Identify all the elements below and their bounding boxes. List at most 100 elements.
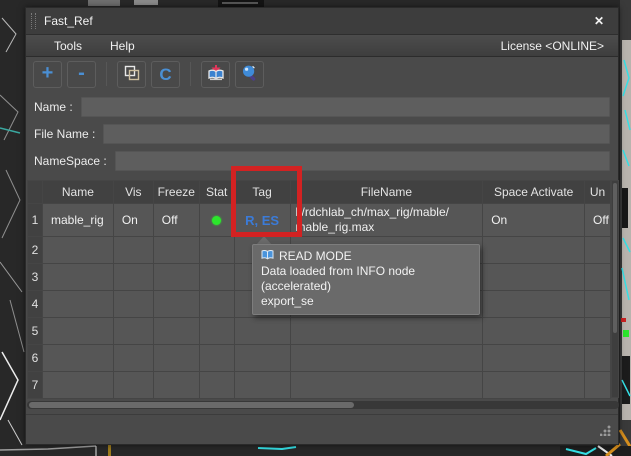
row-number-cell[interactable]: 6 [28,345,43,372]
filename-cell[interactable]: l:/rdchlab_ch/max_rig/mable/mable_rig.ma… [291,204,484,237]
search-button[interactable] [235,61,264,88]
table-cell[interactable] [154,372,200,399]
table-cell[interactable] [154,237,200,264]
book-import-icon [207,64,225,84]
table-row: 1mable_rigOnOffR, ESl:/rdchlab_ch/max_ri… [28,204,611,237]
menu-help[interactable]: Help [96,39,149,53]
titlebar-grip[interactable] [31,13,36,29]
table-cell[interactable] [154,264,200,291]
tag-cell[interactable]: R, ES [235,204,291,237]
table-cell[interactable] [43,237,114,264]
table-cell[interactable] [43,264,114,291]
table-cell[interactable] [585,345,611,372]
table-cell[interactable] [114,372,154,399]
stat-cell[interactable] [200,318,235,345]
table-cell[interactable] [114,237,154,264]
table-cell[interactable] [43,372,114,399]
stat-cell[interactable] [200,345,235,372]
stat-cell[interactable] [200,264,235,291]
fast-ref-window: Fast_Ref ✕ Tools Help License <ONLINE> +… [25,7,619,445]
plus-icon: + [42,63,54,83]
table-cell[interactable] [585,318,611,345]
tag-cell[interactable] [235,318,291,345]
table-cell[interactable]: On [483,204,585,237]
tag-cell[interactable] [235,345,291,372]
minus-icon: - [78,63,85,83]
table-cell[interactable] [154,318,200,345]
window-footer [26,414,618,444]
table-cell[interactable] [114,345,154,372]
c-icon: C [159,66,171,83]
table-cell[interactable] [43,291,114,318]
table-cell[interactable] [483,372,585,399]
table-cell[interactable] [154,291,200,318]
stat-cell[interactable] [200,372,235,399]
vertical-scrollbar-thumb[interactable] [613,183,617,333]
table-cell[interactable] [483,237,585,264]
table-cell[interactable]: Off [585,204,611,237]
table-cell[interactable] [585,237,611,264]
add-button[interactable]: + [33,61,62,88]
row-number-cell[interactable]: 7 [28,372,43,399]
horizontal-scrollbar-thumb[interactable] [29,402,354,408]
file-name-label: File Name : [34,127,95,141]
row-number-cell[interactable]: 3 [28,264,43,291]
stat-cell[interactable] [200,291,235,318]
name-input[interactable] [81,97,610,117]
file-name-input[interactable] [103,124,610,144]
table-cell[interactable]: Off [154,204,200,237]
table-header-cell[interactable]: Stat [200,181,235,204]
filename-cell[interactable] [291,345,484,372]
table-cell[interactable]: mable_rig [43,204,114,237]
horizontal-scrollbar[interactable] [27,401,619,409]
table-header-cell[interactable]: Vis [114,181,154,204]
tag-cell[interactable] [235,372,291,399]
table-header-cell[interactable]: Un [585,181,611,204]
table-cell[interactable] [585,291,611,318]
resize-grip-icon[interactable] [600,425,611,436]
vertical-scrollbar[interactable] [611,180,619,398]
row-number-cell[interactable]: 5 [28,318,43,345]
table-header-cell[interactable]: Tag [235,181,291,204]
table-header-cell[interactable] [28,181,43,204]
table-cell[interactable] [114,291,154,318]
table-header-row: NameVisFreezeStatTagFileNameSpace Activa… [28,181,611,204]
table-cell[interactable] [154,345,200,372]
table-cell[interactable] [483,345,585,372]
table-row: 7 [28,372,611,399]
fields-panel: Name : File Name : NameSpace : [26,91,618,178]
table-header-cell[interactable]: Name [43,181,114,204]
row-number-cell[interactable]: 4 [28,291,43,318]
duplicate-button[interactable] [117,61,146,88]
table-cell[interactable] [483,291,585,318]
menu-tools[interactable]: Tools [40,39,96,53]
stat-cell[interactable] [200,204,235,237]
table-cell[interactable] [483,318,585,345]
titlebar[interactable]: Fast_Ref ✕ [26,8,618,35]
tag-value: R, ES [245,213,279,228]
table-cell[interactable] [483,264,585,291]
table-cell[interactable] [43,318,114,345]
namespace-input[interactable] [115,151,610,171]
stat-cell[interactable] [200,237,235,264]
table-header-cell[interactable]: FileName [291,181,484,204]
close-icon[interactable]: ✕ [590,12,608,30]
load-reference-button[interactable] [201,61,230,88]
row-number-cell[interactable]: 2 [28,237,43,264]
filename-cell[interactable] [291,372,484,399]
collapse-button[interactable]: C [151,61,180,88]
duplicate-icon [124,65,140,84]
table-cell[interactable] [585,372,611,399]
table-header-cell[interactable]: Freeze [154,181,200,204]
table-cell[interactable] [43,345,114,372]
table-cell[interactable]: On [114,204,154,237]
table-cell[interactable] [114,318,154,345]
table-header-cell[interactable]: Space Activate [483,181,585,204]
table-cell[interactable] [585,264,611,291]
table-row: 5 [28,318,611,345]
filename-cell[interactable] [291,318,484,345]
row-number-cell[interactable]: 1 [28,204,43,237]
remove-button[interactable]: - [67,61,96,88]
table-cell[interactable] [114,264,154,291]
name-label: Name : [34,100,73,114]
